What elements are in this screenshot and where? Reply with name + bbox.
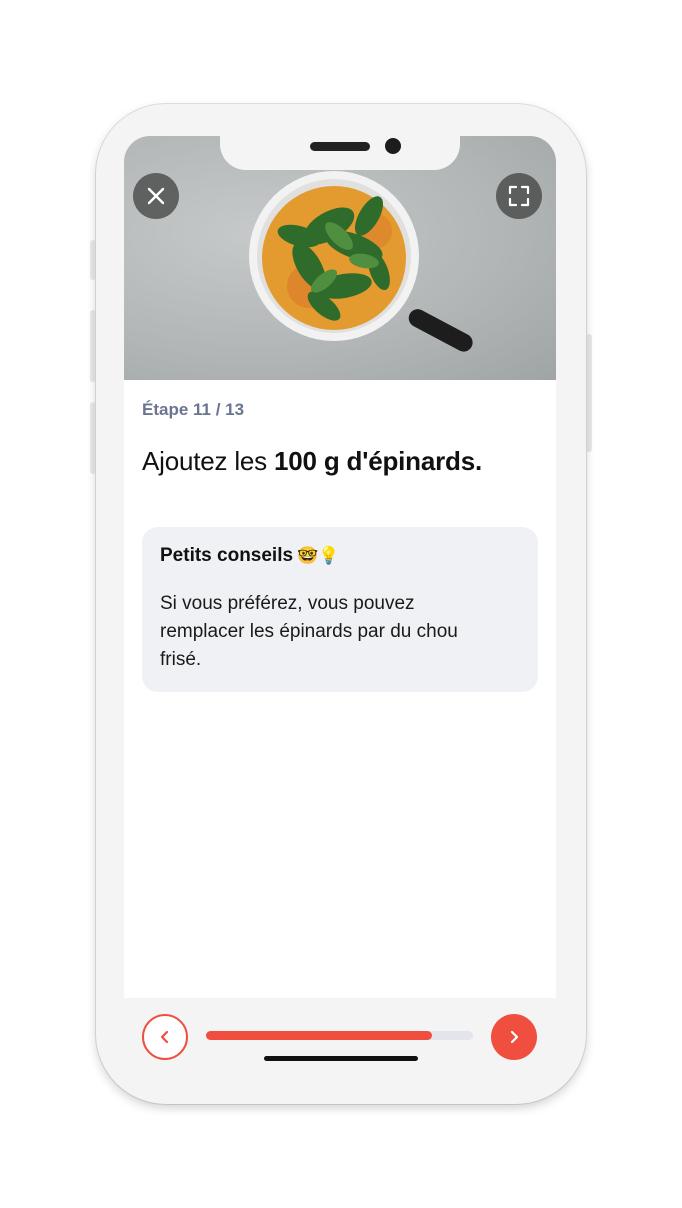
tip-header: Petits conseils 🤓💡 [160, 545, 520, 567]
step-counter: Étape 11 / 13 [142, 400, 245, 419]
app-screen: Étape 11 / 13 Ajoutez les 100 g d'épinar… [124, 136, 556, 1072]
instruction-text: Ajoutez les [142, 446, 275, 476]
chevron-right-icon [510, 1030, 519, 1044]
fullscreen-button[interactable] [496, 173, 542, 219]
instruction-ingredient: 100 g d'épinards. [274, 446, 482, 476]
step-progress-bar [206, 1031, 473, 1040]
fullscreen-icon [508, 185, 530, 207]
speaker-grille [310, 142, 370, 151]
step-progress-fill [206, 1031, 432, 1040]
side-button-power [586, 334, 592, 452]
chevron-left-icon [160, 1030, 169, 1044]
tip-body: Si vous préférez, vous pouvez remplacer … [160, 593, 458, 670]
step-navigation-bar [124, 998, 556, 1072]
tip-title: Petits conseils [160, 545, 294, 566]
next-step-button[interactable] [491, 1014, 537, 1060]
step-instruction: Ajoutez les 100 g d'épinards. [142, 446, 482, 477]
recipe-step-photo [124, 136, 556, 380]
front-camera [385, 138, 401, 154]
home-indicator[interactable] [264, 1056, 418, 1061]
tip-emojis: 🤓💡 [297, 546, 340, 565]
pan-with-spinach-illustration [249, 171, 473, 352]
previous-step-button[interactable] [142, 1014, 188, 1060]
tip-card: Petits conseils 🤓💡 Si vous préférez, vou… [142, 527, 538, 692]
close-icon [147, 187, 165, 205]
close-button[interactable] [133, 173, 179, 219]
